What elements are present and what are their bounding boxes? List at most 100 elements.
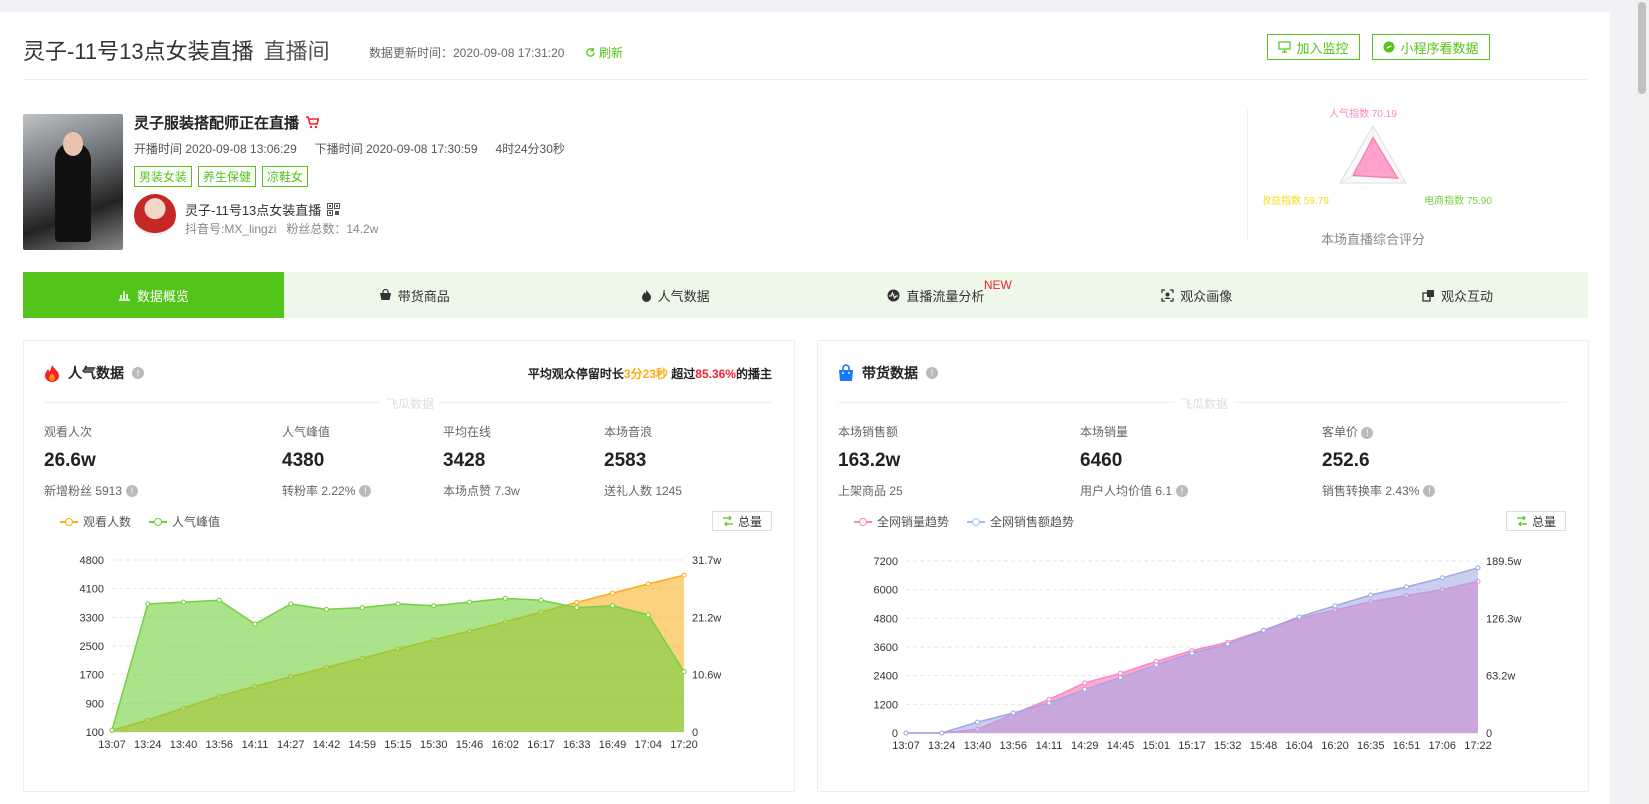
info-icon[interactable]: ! bbox=[1361, 427, 1374, 439]
stat-label: 观看人次 bbox=[44, 425, 93, 439]
sales-title-label: 带货数据 bbox=[862, 365, 918, 381]
info-icon[interactable]: ! bbox=[359, 484, 372, 497]
y-right-tick: 31.7w bbox=[692, 555, 721, 567]
stat-label: 本场音浪 bbox=[604, 425, 653, 439]
y-left-tick: 4100 bbox=[80, 584, 104, 596]
x-tick: 16:04 bbox=[1285, 740, 1313, 752]
info-icon[interactable]: ! bbox=[1423, 484, 1436, 497]
series-point bbox=[324, 606, 329, 612]
tag[interactable]: 凉鞋女 bbox=[262, 166, 309, 187]
total-toggle-label: 总量 bbox=[1531, 514, 1556, 529]
legend-item-volume[interactable]: 全网销量趋势 bbox=[854, 513, 949, 530]
y-left-tick: 2400 bbox=[874, 671, 898, 683]
series-point bbox=[467, 599, 472, 605]
series-point bbox=[1082, 686, 1088, 692]
live-status-label: 灵子服装搭配师正在直播 bbox=[134, 115, 300, 132]
scrollbar[interactable] bbox=[1635, 0, 1649, 804]
bar-chart-icon bbox=[118, 291, 130, 301]
stat-sub: 本场点赞 7.3w bbox=[443, 484, 520, 498]
stat-label: 客单价 ! bbox=[1322, 423, 1435, 440]
refresh-link[interactable]: 刷新 bbox=[585, 44, 623, 61]
x-tick: 14:29 bbox=[1071, 740, 1099, 752]
series-point bbox=[610, 603, 615, 609]
refresh-icon bbox=[586, 47, 595, 57]
account-name[interactable]: 灵子-11号13点女装直播 bbox=[185, 200, 341, 219]
series-point bbox=[1082, 680, 1088, 686]
series-point bbox=[939, 730, 945, 736]
tab-traffic-analysis[interactable]: 直播流量分析 NEW bbox=[805, 272, 1066, 318]
radar-label-revenue: 收益指数 59.79 bbox=[1263, 194, 1329, 207]
series-point bbox=[538, 597, 544, 603]
series-point bbox=[431, 603, 437, 609]
series-point bbox=[1296, 614, 1302, 620]
pulse-icon bbox=[887, 289, 900, 301]
live-status-title[interactable]: 灵子服装搭配师正在直播 bbox=[134, 112, 320, 133]
douyin-id: 抖音号:MX_lingzi bbox=[185, 222, 277, 236]
tab-overview[interactable]: 数据概览 bbox=[23, 272, 284, 318]
legend-item-peak[interactable]: 人气峰值 bbox=[149, 513, 220, 530]
series-point bbox=[610, 590, 615, 596]
stat-sound-wave: 本场音浪 2583 送礼人数 1245 bbox=[604, 423, 682, 499]
scrollbar-thumb[interactable] bbox=[1638, 2, 1646, 94]
retention-percent: 85.36% bbox=[695, 367, 736, 381]
total-toggle-button[interactable]: 总量 bbox=[1506, 511, 1566, 531]
series-point bbox=[574, 599, 580, 605]
x-tick: 15:01 bbox=[1142, 740, 1170, 752]
series-point bbox=[1475, 565, 1481, 571]
score-radar-chart: 人气指数 70.19 收益指数 59.79 电商指数 75.90 本场直播综合评… bbox=[1263, 107, 1492, 247]
stat-label: 平均在线 bbox=[443, 425, 492, 439]
stat-sub-label: 销售转换率 2.43% bbox=[1322, 484, 1420, 498]
x-tick: 14:27 bbox=[277, 739, 305, 751]
stat-label-text: 客单价 bbox=[1322, 425, 1359, 439]
qrcode-icon[interactable] bbox=[327, 203, 341, 216]
series-point bbox=[395, 601, 401, 607]
info-icon[interactable]: ! bbox=[1176, 484, 1189, 497]
tab-audience-portrait[interactable]: 观众画像 bbox=[1066, 272, 1327, 318]
x-tick: 14:45 bbox=[1107, 740, 1135, 752]
tab-popularity[interactable]: 人气数据 bbox=[545, 272, 806, 318]
add-monitor-button[interactable]: 加入监控 bbox=[1267, 34, 1360, 60]
info-icon[interactable]: ! bbox=[926, 367, 938, 379]
tab-label: 带货商品 bbox=[397, 288, 450, 304]
retention-note-suffix: 的播主 bbox=[735, 367, 772, 381]
x-tick: 16:20 bbox=[1321, 740, 1349, 752]
info-icon[interactable]: ! bbox=[132, 367, 144, 379]
chart-legend: 观看人数 人气峰值 bbox=[60, 513, 220, 530]
series-area bbox=[112, 598, 684, 732]
series-point bbox=[216, 597, 222, 603]
legend-item-amount[interactable]: 全网销售额趋势 bbox=[967, 513, 1074, 530]
radar-label-ecommerce: 电商指数 75.90 bbox=[1424, 194, 1492, 207]
avatar[interactable] bbox=[134, 194, 176, 236]
retention-note: 平均观众停留时长3分23秒 超过85.36%的播主 bbox=[528, 365, 772, 382]
flame-icon bbox=[641, 289, 651, 302]
tag[interactable]: 养生保健 bbox=[198, 166, 257, 187]
stat-views: 观看人次 26.6w 新增粉丝 5913! bbox=[44, 423, 139, 499]
series-point bbox=[1118, 670, 1123, 676]
series-point bbox=[1189, 650, 1195, 656]
legend-item-views[interactable]: 观看人数 bbox=[60, 513, 131, 530]
popularity-panel-title: 人气数据 ! bbox=[44, 363, 144, 383]
x-tick: 16:35 bbox=[1357, 740, 1385, 752]
total-toggle-label: 总量 bbox=[737, 514, 762, 529]
watermark: 飞瓜数据 bbox=[380, 395, 440, 412]
total-toggle-button[interactable]: 总量 bbox=[712, 511, 772, 531]
stat-unit-price: 客单价 ! 252.6 销售转换率 2.43%! bbox=[1322, 423, 1436, 499]
y-left-tick: 1700 bbox=[80, 670, 104, 682]
stat-value: 2583 bbox=[604, 450, 647, 471]
x-tick: 17:06 bbox=[1428, 740, 1456, 752]
account-name-label: 灵子-11号13点女装直播 bbox=[185, 203, 322, 218]
tab-products[interactable]: 带货商品 bbox=[284, 272, 545, 318]
tab-audience-interaction[interactable]: 观众互动 bbox=[1327, 272, 1588, 318]
y-right-tick: 21.2w bbox=[692, 612, 721, 624]
x-tick: 13:07 bbox=[98, 739, 126, 751]
series-point bbox=[1404, 584, 1409, 590]
live-cover-image[interactable] bbox=[23, 114, 123, 250]
tag[interactable]: 男装女装 bbox=[134, 166, 193, 187]
miniapp-data-label: 小程序看数据 bbox=[1400, 40, 1479, 56]
miniapp-icon bbox=[1383, 41, 1395, 53]
chart-legend: 全网销量趋势 全网销售额趋势 bbox=[854, 513, 1074, 530]
stat-peak: 人气峰值 4380 转粉率 2.22%! bbox=[282, 423, 372, 499]
y-right-tick: 0 bbox=[692, 727, 698, 739]
info-icon[interactable]: ! bbox=[126, 484, 139, 497]
miniapp-data-button[interactable]: 小程序看数据 bbox=[1372, 34, 1490, 60]
